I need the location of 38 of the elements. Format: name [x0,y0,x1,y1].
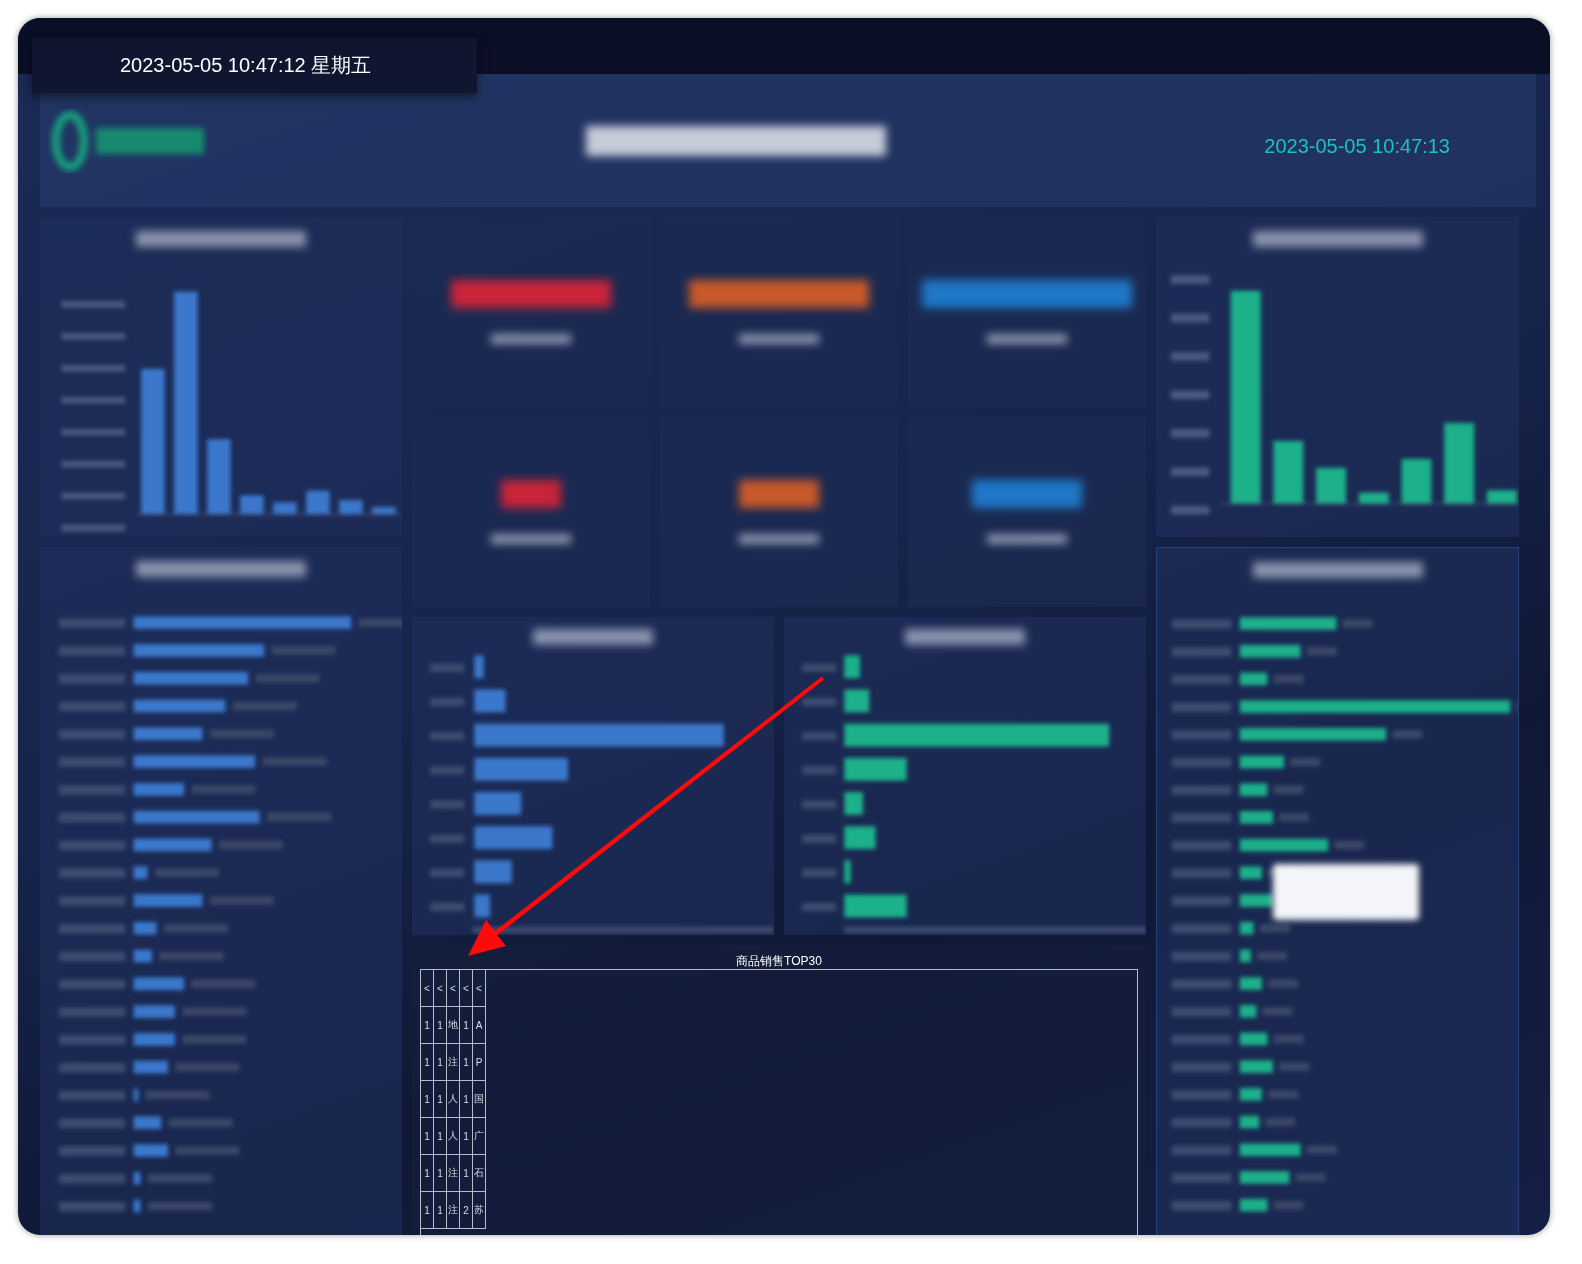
column-header: < [473,970,486,1007]
table-cell: 广 [473,1118,486,1155]
table-cell: 1 [434,1118,447,1155]
table-cell: A [473,1007,486,1044]
table-cell: 1 [421,1044,434,1081]
table-cell: 1 [434,1007,447,1044]
table-cell: 1 [421,1192,434,1229]
table-cell: 注 [447,1044,460,1081]
table-cell: 1 [434,1192,447,1229]
table-cell: 1 [434,1155,447,1192]
table-cell: 国 [473,1081,486,1118]
table-cell: 1 [434,1044,447,1081]
table-cell: 人 [447,1081,460,1118]
column-header: < [434,970,447,1007]
table-cell: 苏 [473,1192,486,1229]
table-cell: P [473,1044,486,1081]
table-cell: 地 [447,1007,460,1044]
table-cell: 1 [421,1118,434,1155]
table-cell: 1 [460,1007,473,1044]
table-cell: 1 [434,1081,447,1118]
table-cell: 2 [460,1192,473,1229]
table-cell: 石 [473,1155,486,1192]
column-header: < [447,970,460,1007]
table-cell: 1 [460,1118,473,1155]
table-cell: 人 [447,1118,460,1155]
clock-label: 2023-05-05 10:47:13 [1264,134,1450,158]
table-cell: 1 [421,1007,434,1044]
table-cell: 注 [447,1192,460,1229]
table-cell: 1 [460,1155,473,1192]
column-header: < [460,970,473,1007]
table-cell: 1 [460,1081,473,1118]
datetime-label: 2023-05-05 10:47:12 星期五 [32,38,477,93]
column-header: < [421,970,434,1007]
table-cell: 1 [460,1044,473,1081]
table-cell: 1 [421,1081,434,1118]
table-cell: 1 [421,1155,434,1192]
table-cell: 注 [447,1155,460,1192]
table-title: 商品销售TOP30 [735,953,823,969]
